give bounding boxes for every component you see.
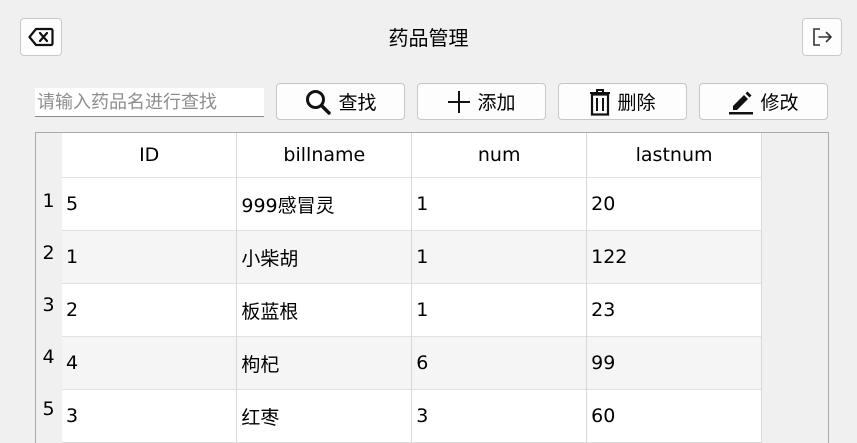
cell-id[interactable]: 2 [62, 283, 238, 337]
cell-billname[interactable]: 板蓝根 [236, 283, 413, 337]
cell-billname[interactable]: 小柴胡 [236, 230, 413, 284]
add-button-label: 添加 [477, 92, 516, 114]
row-header[interactable]: 4 [36, 331, 61, 383]
column-header-lastnum[interactable]: lastnum [586, 133, 762, 178]
table-row[interactable]: 1 小柴胡 1 122 [62, 230, 762, 284]
table-header-row: ID billname num lastnum [62, 133, 762, 178]
table-row[interactable]: 3 红枣 3 60 [62, 389, 762, 443]
cell-id[interactable]: 1 [62, 230, 238, 284]
row-header[interactable]: 2 [36, 227, 61, 279]
cell-num[interactable]: 1 [411, 177, 588, 231]
data-table: ID billname num lastnum 5 999感冒灵 1 20 1 … [62, 133, 762, 443]
exit-button[interactable] [802, 18, 842, 56]
column-header-id[interactable]: ID [62, 133, 238, 178]
cell-num[interactable]: 1 [411, 230, 588, 284]
trash-icon [590, 88, 611, 116]
search-input[interactable] [35, 88, 264, 117]
cell-billname[interactable]: 红枣 [236, 389, 413, 443]
cell-lastnum[interactable]: 60 [586, 389, 762, 443]
page-title: 药品管理 [388, 26, 469, 50]
cell-num[interactable]: 6 [411, 336, 588, 390]
cell-billname[interactable]: 999感冒灵 [236, 177, 413, 231]
edit-button[interactable]: 修改 [699, 83, 828, 120]
table-row[interactable]: 4 枸杞 6 99 [62, 336, 762, 390]
row-header[interactable]: 5 [36, 383, 61, 435]
cell-id[interactable]: 4 [62, 336, 238, 390]
column-header-num[interactable]: num [411, 133, 588, 178]
cell-lastnum[interactable]: 99 [586, 336, 762, 390]
edit-button-label: 修改 [760, 92, 799, 114]
add-button[interactable]: 添加 [417, 83, 546, 120]
cell-billname[interactable]: 枸杞 [236, 336, 413, 390]
cell-id[interactable]: 3 [62, 389, 238, 443]
search-button-label: 查找 [338, 92, 377, 114]
cell-lastnum[interactable]: 23 [586, 283, 762, 337]
table-row[interactable]: 2 板蓝根 1 23 [62, 283, 762, 337]
search-icon [306, 89, 332, 115]
delete-button-label: 删除 [617, 92, 656, 114]
plus-icon [448, 90, 471, 113]
delete-button[interactable]: 删除 [558, 83, 687, 120]
cell-lastnum[interactable]: 20 [586, 177, 762, 231]
column-header-billname[interactable]: billname [236, 133, 413, 178]
edit-icon [729, 91, 754, 114]
logout-icon [813, 28, 832, 46]
row-header[interactable]: 1 [36, 175, 61, 227]
row-header[interactable]: 3 [36, 279, 61, 331]
table-row[interactable]: 5 999感冒灵 1 20 [62, 177, 762, 231]
cell-num[interactable]: 3 [411, 389, 588, 443]
cell-lastnum[interactable]: 122 [586, 230, 762, 284]
cell-num[interactable]: 1 [411, 283, 588, 337]
cell-id[interactable]: 5 [62, 177, 238, 231]
search-button[interactable]: 查找 [276, 83, 405, 120]
